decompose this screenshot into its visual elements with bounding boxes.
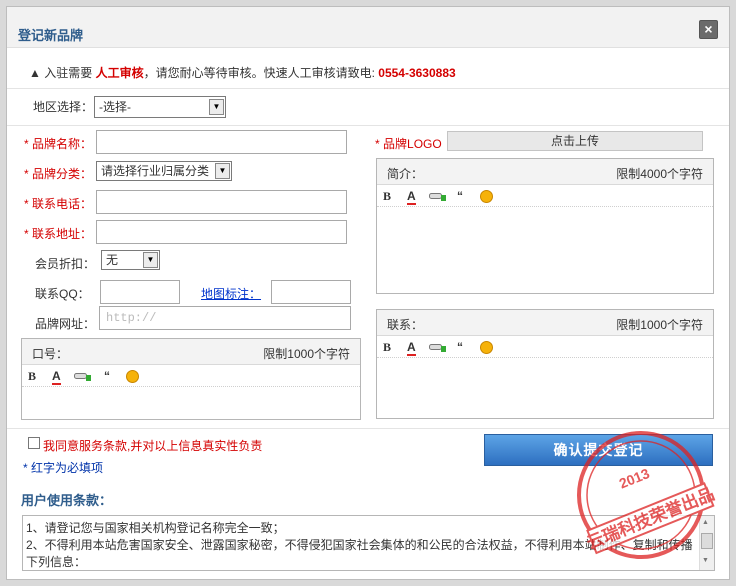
brand-category-label: * 品牌分类： <box>24 167 93 181</box>
bold-icon[interactable]: B <box>383 189 391 203</box>
intro-toolbar: B A “ <box>377 185 713 207</box>
slogan-editor-header: 口号： 限制1000个字符 <box>22 339 360 365</box>
qq-label: 联系QQ： <box>35 287 90 301</box>
quote-icon[interactable]: “ <box>104 369 110 383</box>
discount-value: 无 <box>106 253 119 267</box>
quote-icon[interactable]: “ <box>457 340 463 354</box>
notice-highlight: 人工审核 <box>95 66 144 80</box>
terms-line: 下列信息： <box>26 555 87 569</box>
agree-checkbox[interactable] <box>28 437 40 449</box>
brand-category-select[interactable]: 请选择行业归属分类 ▼ <box>96 161 232 181</box>
insert-link-icon[interactable] <box>429 342 447 356</box>
discount-select[interactable]: 无 ▼ <box>101 250 160 270</box>
slogan-editor[interactable]: 口号： 限制1000个字符 B A “ <box>21 338 361 420</box>
intro-editor[interactable]: 简介： 限制4000个字符 B A “ <box>376 158 714 294</box>
bold-icon[interactable]: B <box>383 340 391 354</box>
seal-year: 2013 <box>617 465 652 492</box>
website-input[interactable]: http:// <box>99 306 351 330</box>
agree-text[interactable]: 我同意服务条款,并对以上信息真实性负责 <box>43 437 262 454</box>
notice-middle: ，请您耐心等待审核。快速人工审核请致电: <box>143 66 379 80</box>
divider <box>7 125 729 126</box>
seal-text: 云瑞科技荣誉出品 <box>584 483 716 553</box>
close-icon[interactable]: × <box>699 20 718 39</box>
bold-icon[interactable]: B <box>28 369 36 383</box>
intro-label: 简介： <box>387 167 424 181</box>
dropdown-arrow-icon: ▼ <box>215 163 230 179</box>
font-color-icon[interactable]: A <box>52 369 61 385</box>
intro-limit: 限制4000个字符 <box>616 167 703 181</box>
brand-name-label: * 品牌名称： <box>24 137 93 151</box>
website-label: 品牌网址： <box>35 317 96 331</box>
terms-line: 1、请登记您与国家相关机构登记名称完全一致； <box>26 521 285 535</box>
map-mark-link[interactable]: 地图标注： <box>201 285 261 302</box>
notice-phone: 0554-3630883 <box>378 66 456 80</box>
contact-editor[interactable]: 联系： 限制1000个字符 B A “ <box>376 309 714 419</box>
quote-icon[interactable]: “ <box>457 189 463 203</box>
address-label: * 联系地址： <box>24 227 93 241</box>
slogan-toolbar: B A “ <box>22 365 360 387</box>
brand-name-input[interactable] <box>96 130 347 154</box>
discount-label: 会员折扣： <box>35 257 96 271</box>
contact-label: 联系： <box>387 318 424 332</box>
address-input[interactable] <box>96 220 347 244</box>
watermark-seal: 2013 云瑞科技荣誉出品 <box>577 431 716 559</box>
phone-input[interactable] <box>96 190 347 214</box>
dialog-titlebar: 登记新品牌 × <box>7 7 729 48</box>
contact-editor-header: 联系： 限制1000个字符 <box>377 310 713 336</box>
region-select[interactable]: -选择- ▼ <box>94 96 226 118</box>
terms-title: 用户使用条款： <box>21 493 113 508</box>
map-mark-input[interactable] <box>271 280 351 304</box>
upload-logo-button[interactable]: 点击上传 <box>447 131 703 151</box>
font-color-icon[interactable]: A <box>407 340 416 356</box>
divider <box>7 88 729 89</box>
slogan-limit: 限制1000个字符 <box>263 347 350 361</box>
qq-input[interactable] <box>100 280 180 304</box>
notice-prefix: 入驻需要 <box>44 66 96 80</box>
font-color-icon[interactable]: A <box>407 189 416 205</box>
insert-link-icon[interactable] <box>429 191 447 205</box>
contact-toolbar: B A “ <box>377 336 713 358</box>
intro-editor-header: 简介： 限制4000个字符 <box>377 159 713 185</box>
emoticon-icon[interactable] <box>480 190 493 203</box>
review-notice: ▲ 入驻需要 人工审核，请您耐心等待审核。快速人工审核请致电: 0554-363… <box>29 64 456 81</box>
notice-arrow-icon: ▲ <box>29 66 41 80</box>
contact-limit: 限制1000个字符 <box>616 318 703 332</box>
dialog-title: 登记新品牌 <box>18 28 84 43</box>
dropdown-arrow-icon: ▼ <box>143 252 158 268</box>
required-note: * 红字为必填项 <box>23 461 104 475</box>
dropdown-arrow-icon: ▼ <box>209 99 224 115</box>
emoticon-icon[interactable] <box>126 370 139 383</box>
slogan-label: 口号： <box>32 347 69 361</box>
brand-category-value: 请选择行业归属分类 <box>101 164 210 178</box>
region-label: 地区选择： <box>33 100 94 114</box>
insert-link-icon[interactable] <box>74 371 92 385</box>
logo-label: * 品牌LOGO <box>375 137 442 151</box>
phone-label: * 联系电话： <box>24 197 93 211</box>
emoticon-icon[interactable] <box>480 341 493 354</box>
region-select-value: -选择- <box>99 100 131 114</box>
